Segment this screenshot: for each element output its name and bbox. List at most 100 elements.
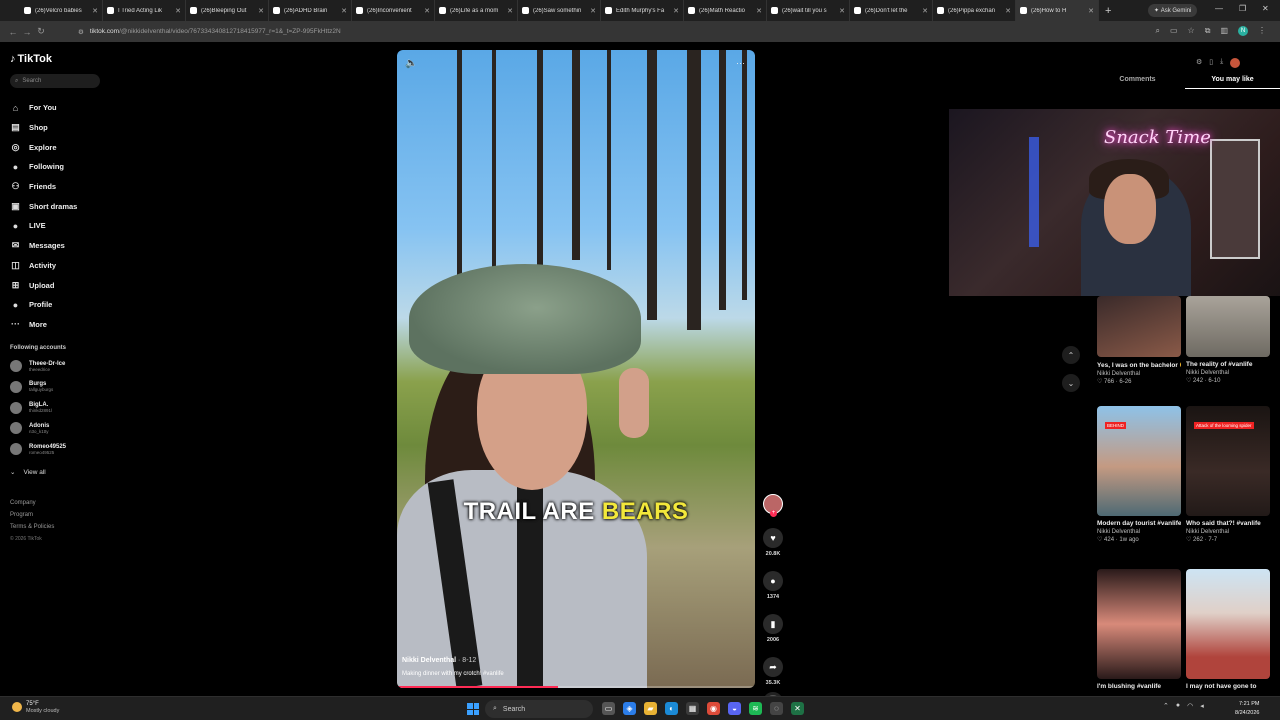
nav-item-friends[interactable]: ⚇ Friends <box>10 177 77 197</box>
follow-plus-icon[interactable]: + <box>770 510 777 517</box>
speaker-icon[interactable]: ◂ <box>1200 702 1204 710</box>
footer-company-link[interactable]: Company <box>10 497 54 509</box>
excel-icon[interactable]: ✕ <box>791 702 804 715</box>
nav-item-short-dramas[interactable]: ▣ Short dramas <box>10 196 77 216</box>
browser-tab[interactable]: (26)Math Reactio ✕ <box>684 0 767 21</box>
spotify-icon[interactable]: ≋ <box>749 702 762 715</box>
tab-close-icon[interactable]: ✕ <box>922 7 928 15</box>
browser-tab[interactable]: (26)Bleeping Out ✕ <box>186 0 269 21</box>
edge-icon[interactable]: ◐ <box>665 702 678 715</box>
following-account[interactable]: Theee-Dr-Ice theeedrice <box>10 360 65 372</box>
browser-tab[interactable]: (26)Saw somethin ✕ <box>518 0 601 21</box>
tab-close-icon[interactable]: ✕ <box>1005 7 1011 15</box>
profile-avatar[interactable]: N <box>1238 26 1248 36</box>
tab-close-icon[interactable]: ✕ <box>756 7 762 15</box>
device-icon[interactable]: ▯ <box>1209 58 1213 68</box>
footer-terms-link[interactable]: Terms & Policies <box>10 521 54 533</box>
start-button[interactable] <box>467 703 479 715</box>
tray-chevron-icon[interactable]: ⌃ <box>1163 702 1169 710</box>
recommended-video-card[interactable]: I'm blushing #vanlife <box>1097 569 1181 690</box>
task-view-icon[interactable]: ▭ <box>602 702 615 715</box>
download-icon[interactable]: ⤓ <box>1220 58 1223 68</box>
browser-tab[interactable]: (26)Velcro babies ✕ <box>20 0 103 21</box>
tab-close-icon[interactable]: ✕ <box>590 7 596 15</box>
nav-item-shop[interactable]: ▤ Shop <box>10 118 77 138</box>
clock[interactable]: 7:21 PM 8/24/2026 <box>1235 700 1259 718</box>
save-button[interactable]: ▮ <box>763 614 783 634</box>
zoom-icon[interactable]: ⌕ <box>1156 26 1160 36</box>
minimize-icon[interactable]: — <box>1215 4 1223 13</box>
search-input[interactable]: ⌕ Search <box>10 74 100 88</box>
nav-item-explore[interactable]: ◎ Explore <box>10 137 77 157</box>
volume-icon[interactable]: 🔈 <box>405 58 417 69</box>
settings-icon[interactable]: ⚙ <box>1196 58 1202 68</box>
store-icon[interactable]: ▦ <box>686 702 699 715</box>
site-info-icon[interactable]: ⚙ <box>78 28 84 36</box>
recommended-video-card[interactable]: Attack of the looming spider Who said tha… <box>1186 406 1270 543</box>
video-player[interactable]: 🔈 ··· TRAIL ARE BEARS Nikki Delventhal ·… <box>397 50 755 688</box>
browser-tab[interactable]: (26)Pippa exchan ✕ <box>933 0 1016 21</box>
ask-gemini-button[interactable]: ✦ Ask Gemini <box>1148 4 1198 17</box>
recommended-video-card[interactable]: BEHIND Modern day tourist #vanlife Nikki D… <box>1097 406 1181 543</box>
nav-item-profile[interactable]: ● Profile <box>10 295 77 315</box>
nav-item-more[interactable]: ··· More <box>10 315 77 335</box>
browser-tab[interactable]: (26)wait till you s ✕ <box>767 0 850 21</box>
copilot-icon[interactable]: ◈ <box>623 702 636 715</box>
browser-tab[interactable]: I Tried Acting Lik ✕ <box>103 0 186 21</box>
view-all-button[interactable]: ⌄ View all <box>10 468 46 477</box>
file-explorer-icon[interactable]: ▰ <box>644 702 657 715</box>
browser-tab[interactable]: (26)How to H ✕ <box>1016 0 1099 21</box>
tab-close-icon[interactable]: ✕ <box>507 7 513 15</box>
nav-item-messages[interactable]: ✉ Messages <box>10 236 77 256</box>
next-video-button[interactable]: ⌄ <box>1062 374 1080 392</box>
recommended-video-card[interactable]: The reality of #vanlife Nikki Delventhal ♡… <box>1186 296 1270 384</box>
nav-item-activity[interactable]: ◫ Activity <box>10 256 77 276</box>
tab-close-icon[interactable]: ✕ <box>1088 7 1094 15</box>
video-progress-bar[interactable] <box>397 686 755 688</box>
comment-button[interactable]: ● <box>763 571 783 591</box>
forward-icon[interactable]: → <box>20 27 34 37</box>
video-more-icon[interactable]: ··· <box>736 58 745 68</box>
tab-close-icon[interactable]: ✕ <box>673 7 679 15</box>
tab-close-icon[interactable]: ✕ <box>175 7 181 15</box>
tab-comments[interactable]: Comments <box>1090 76 1185 89</box>
nav-item-upload[interactable]: ⊞ Upload <box>10 275 77 295</box>
bookmark-star-icon[interactable]: ☆ <box>1188 26 1195 36</box>
chrome-icon[interactable]: ◉ <box>707 702 720 715</box>
tab-close-icon[interactable]: ✕ <box>424 7 430 15</box>
browser-tab[interactable]: (26)Inconvenient ✕ <box>352 0 435 21</box>
tab-close-icon[interactable]: ✕ <box>839 7 845 15</box>
new-tab-icon[interactable]: + <box>1099 5 1117 17</box>
extensions-icon[interactable]: ⧉ <box>1205 26 1211 36</box>
recommended-video-card[interactable]: Yes, I was on the bachelor 😀 ... Nikki De… <box>1097 296 1181 385</box>
like-button[interactable]: ♥ <box>763 528 783 548</box>
wifi-icon[interactable]: ◠ <box>1187 702 1193 710</box>
taskbar-search[interactable]: ⌕ Search <box>485 700 593 718</box>
recommended-video-card[interactable]: I may not have gone to <box>1186 569 1270 690</box>
user-avatar[interactable] <box>1230 58 1241 68</box>
obs-icon[interactable]: ◌ <box>770 702 783 715</box>
following-account[interactable]: Adonis n3o_k1tty <box>10 422 49 435</box>
close-window-icon[interactable]: ✕ <box>1262 4 1269 13</box>
share-button[interactable]: ➦ <box>763 657 783 677</box>
sidepanel-icon[interactable]: ▥ <box>1220 26 1228 36</box>
creator-avatar[interactable]: + <box>763 494 783 517</box>
maximize-icon[interactable]: ❐ <box>1239 4 1246 13</box>
tiktok-logo[interactable]: ♪ TikTok <box>10 53 52 65</box>
discord-icon[interactable]: ◒ <box>728 702 741 715</box>
tab-close-icon[interactable]: ✕ <box>92 7 98 15</box>
nav-item-following[interactable]: ● Following <box>10 157 77 177</box>
browser-tab[interactable]: (26)Don't let the ✕ <box>850 0 933 21</box>
cast-icon[interactable]: ▭ <box>1170 26 1178 36</box>
tab-you-may-like[interactable]: You may like <box>1185 76 1280 89</box>
previous-video-button[interactable]: ⌃ <box>1062 346 1080 364</box>
following-account[interactable]: Burgs tallguyburgs <box>10 380 53 393</box>
browser-tab[interactable]: Edith Murphy's Fa ✕ <box>601 0 684 21</box>
mic-icon[interactable]: ● <box>1176 702 1180 710</box>
browser-tab[interactable]: (26)ADHD Brain ✕ <box>269 0 352 21</box>
url-field[interactable]: ⚙ tiktok.com/@nikkideIventhal/video/7673… <box>64 24 1124 39</box>
tab-close-icon[interactable]: ✕ <box>341 7 347 15</box>
back-icon[interactable]: ← <box>6 27 20 37</box>
menu-icon[interactable]: ⋮ <box>1258 26 1266 36</box>
reload-icon[interactable]: ↻ <box>34 26 48 37</box>
